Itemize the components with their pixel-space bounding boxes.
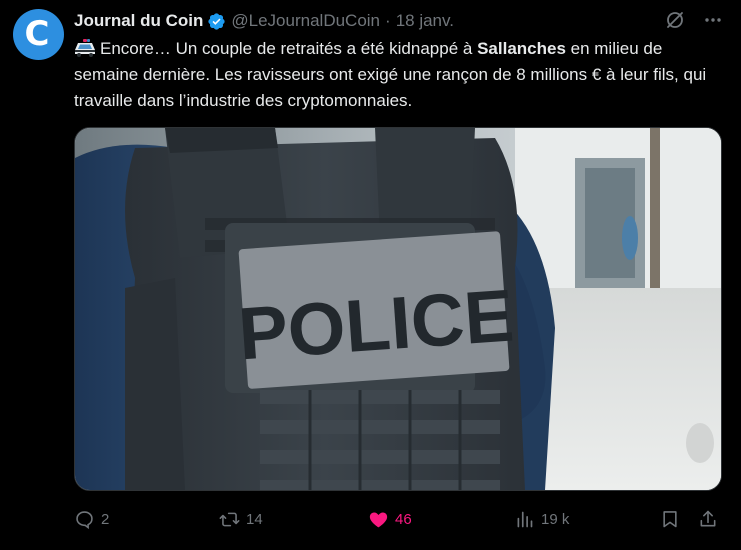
- more-options-icon[interactable]: [703, 10, 723, 30]
- repost-count: 14: [246, 510, 263, 528]
- repost-button[interactable]: 14: [219, 506, 263, 532]
- views-button[interactable]: 19 k: [514, 506, 569, 532]
- tweet-text-before: Encore… Un couple de retraités a été kid…: [100, 39, 478, 58]
- tweet-text: Encore… Un couple de retraités a été kid…: [74, 36, 724, 114]
- views-count: 19 k: [541, 510, 570, 528]
- bookmark-button[interactable]: [660, 506, 680, 532]
- reply-icon: [76, 510, 93, 529]
- display-name[interactable]: Journal du Coin: [74, 11, 203, 31]
- tweet-header: Journal du Coin @LeJournalDuCoin · 18 ja…: [74, 10, 454, 32]
- top-actions: [665, 10, 723, 30]
- reply-button[interactable]: 2: [74, 506, 109, 532]
- repost-icon: [219, 512, 240, 526]
- like-button[interactable]: 46: [368, 506, 412, 532]
- tweet-image[interactable]: POLICE: [74, 127, 722, 491]
- share-button[interactable]: [698, 506, 718, 532]
- bookmark-icon: [663, 511, 677, 528]
- share-icon: [700, 510, 716, 527]
- separator-dot: ·: [385, 11, 391, 30]
- avatar-letter: C: [24, 13, 50, 54]
- handle[interactable]: @LeJournalDuCoin: [231, 11, 380, 31]
- tweet-text-bold: Sallanches: [477, 39, 566, 58]
- grok-icon[interactable]: [665, 10, 685, 30]
- action-bar: 2 14 46 19 k: [74, 506, 720, 532]
- reply-count: 2: [101, 510, 110, 528]
- avatar[interactable]: C: [13, 9, 64, 60]
- heart-icon: [369, 512, 388, 527]
- like-count: 46: [395, 510, 412, 528]
- analytics-icon: [517, 511, 533, 527]
- police-car-emoji-icon: [74, 39, 96, 57]
- tweet-date[interactable]: 18 janv.: [396, 11, 454, 31]
- verified-badge-icon[interactable]: [207, 12, 226, 31]
